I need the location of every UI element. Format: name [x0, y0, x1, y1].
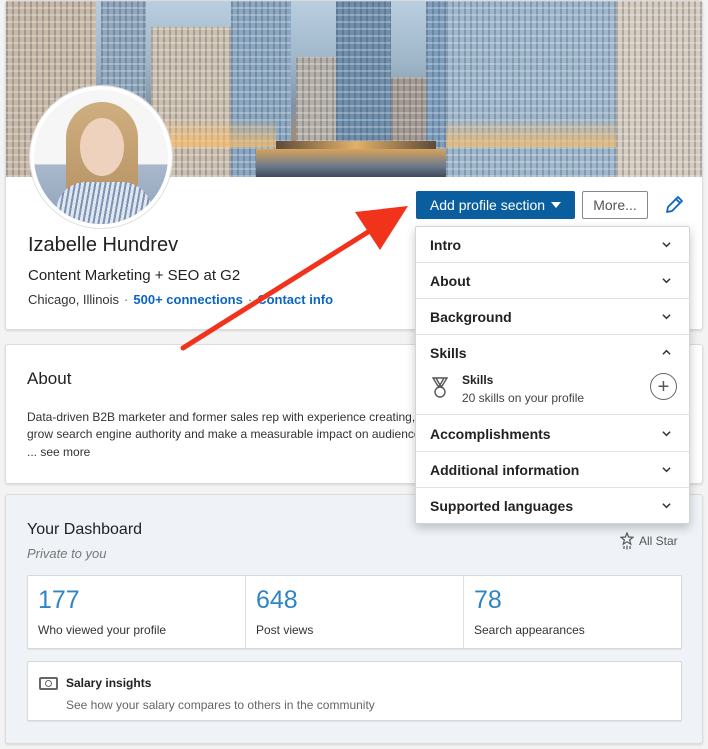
menu-item-label: Intro [430, 236, 462, 253]
about-text: Data-driven B2B marketer and former sale… [27, 409, 422, 443]
profile-headline: Content Marketing + SEO at G2 [28, 267, 241, 284]
menu-item-intro[interactable]: Intro [416, 227, 689, 263]
add-profile-section-menu: Intro About Background Skills Skills 20 … [415, 226, 690, 524]
dashboard-stats: 177 Who viewed your profile 648 Post vie… [27, 575, 682, 649]
stat-value: 177 [38, 586, 80, 614]
add-skill-button[interactable]: + [650, 373, 677, 400]
pencil-icon [666, 196, 683, 213]
profile-photo[interactable] [30, 86, 172, 228]
stat-value: 78 [474, 586, 502, 614]
separator: · [247, 292, 253, 307]
menu-item-label: Accomplishments [430, 425, 551, 442]
profile-meta: Chicago, Illinois · 500+ connections · Conta… [28, 292, 333, 307]
plus-icon: + [657, 375, 670, 398]
star-badge-icon [620, 532, 634, 550]
about-line: Data-driven B2B marketer and former sale… [27, 410, 416, 424]
add-profile-section-label: Add profile section [429, 197, 546, 213]
money-icon [39, 677, 58, 690]
chevron-down-icon [662, 278, 671, 284]
caret-down-icon [551, 202, 562, 208]
salary-insights-title: Salary insights [66, 676, 152, 690]
see-more-link[interactable]: ... see more [27, 445, 90, 459]
chevron-down-icon [662, 242, 671, 248]
stat-label: Post views [256, 623, 314, 637]
location: Chicago, Illinois [28, 292, 120, 307]
menu-item-supported-languages[interactable]: Supported languages [416, 488, 689, 524]
contact-info-link[interactable]: Contact info [257, 292, 333, 307]
separator: · [124, 292, 129, 307]
chevron-up-icon [662, 349, 671, 355]
menu-item-about[interactable]: About [416, 263, 689, 299]
all-star-label: All Star [639, 534, 678, 548]
skills-subitem-title: Skills [462, 373, 494, 387]
connections-link[interactable]: 500+ connections [133, 292, 242, 307]
menu-item-label: About [430, 272, 471, 289]
menu-item-label: Additional information [430, 461, 580, 478]
stat-search-appearances[interactable]: 78 Search appearances [464, 576, 681, 648]
dashboard-title: Your Dashboard [27, 521, 143, 538]
salary-insights-description: See how your salary compares to others i… [66, 698, 375, 712]
menu-item-label: Skills [430, 345, 467, 361]
chevron-down-icon [662, 503, 671, 509]
chevron-down-icon [662, 431, 671, 437]
stat-profile-views[interactable]: 177 Who viewed your profile [28, 576, 246, 648]
add-profile-section-button[interactable]: Add profile section [416, 191, 575, 219]
edit-intro-button[interactable] [662, 193, 686, 217]
skills-subitem: Skills 20 skills on your profile + [416, 371, 689, 415]
chevron-down-icon [662, 467, 671, 473]
chevron-down-icon [662, 314, 671, 320]
dashboard-card: Your Dashboard Private to you All Star 1… [5, 494, 703, 744]
stat-post-views[interactable]: 648 Post views [246, 576, 464, 648]
menu-item-background[interactable]: Background [416, 299, 689, 335]
more-button[interactable]: More... [582, 191, 648, 219]
medal-icon [431, 377, 449, 398]
menu-item-skills[interactable]: Skills [416, 335, 689, 371]
menu-item-label: Background [430, 308, 512, 325]
profile-name: Izabelle Hundrev [28, 234, 179, 256]
skills-subitem-description: 20 skills on your profile [462, 391, 585, 405]
about-title: About [27, 369, 72, 388]
about-line: grow search engine authority and make a … [27, 427, 421, 441]
stat-label: Who viewed your profile [38, 623, 167, 637]
stat-label: Search appearances [474, 623, 585, 637]
all-star-badge[interactable]: All Star [620, 532, 678, 550]
menu-item-label: Supported languages [430, 498, 574, 514]
menu-item-accomplishments[interactable]: Accomplishments [416, 416, 689, 452]
dashboard-subtitle: Private to you [27, 546, 107, 561]
menu-item-additional-information[interactable]: Additional information [416, 452, 689, 488]
salary-insights[interactable]: Salary insights See how your salary comp… [27, 661, 682, 721]
stat-value: 648 [256, 586, 298, 614]
